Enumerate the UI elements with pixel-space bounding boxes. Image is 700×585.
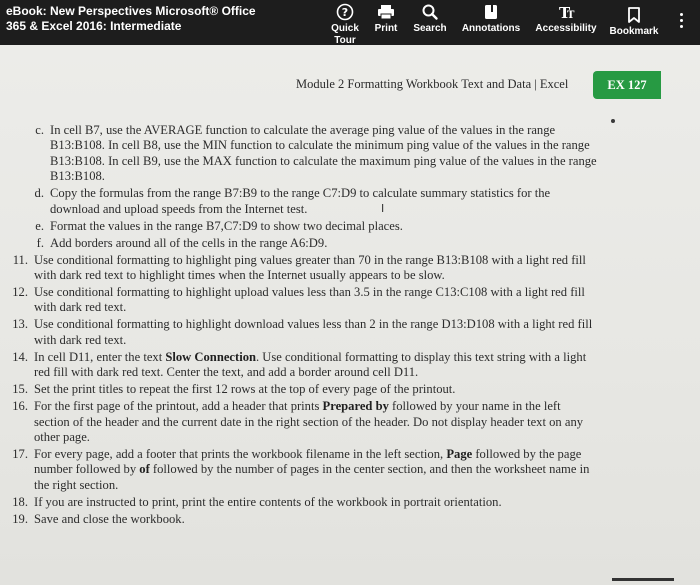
step-text-bold: Page (446, 447, 473, 462)
step-text: For every page, add a footer that prints… (34, 447, 598, 493)
step-label: 15. (12, 382, 28, 397)
step-text: In cell D11, enter the text Slow Connect… (34, 350, 598, 381)
print-label: Print (374, 23, 398, 34)
question-circle-icon: ? (329, 3, 361, 23)
step-label: c. (35, 123, 44, 137)
svg-text:?: ? (342, 6, 348, 19)
step-text-bold: of (139, 462, 150, 477)
running-head: Module 2 Formatting Workbook Text and Da… (296, 77, 569, 91)
step-11: 11. Use conditional formatting to highli… (0, 253, 700, 284)
magnifier-icon (410, 3, 450, 23)
annotations-icon (460, 3, 522, 23)
step-text: Format the values in the range B7,C7:D9 … (50, 218, 403, 233)
step-e: e. Format the values in the range B7,C7:… (0, 219, 700, 234)
bookmark-icon (608, 6, 660, 26)
step-19: 19. Save and close the workbook. (0, 512, 700, 527)
text-size-icon: TT (534, 3, 598, 23)
step-label: 14. (12, 349, 28, 364)
step-label: d. (34, 186, 44, 201)
step-15: 15. Set the print titles to repeat the f… (0, 382, 700, 397)
step-label: 16. (12, 399, 28, 414)
step-label: 18. (12, 494, 28, 509)
book-title-line2: 365 & Excel 2016: Intermediate (6, 19, 182, 33)
bookmark-button[interactable]: Bookmark (608, 6, 660, 38)
step-text: Add borders around all of the cells in t… (50, 235, 328, 250)
step-text: Set the print titles to repeat the first… (34, 382, 456, 397)
ebook-toolbar: eBook: New Perspectives Microsoft® Offic… (0, 0, 700, 47)
accessibility-label: Accessibility (535, 23, 597, 34)
exercise-steps: c. In cell B7, use the AVERAGE function … (0, 119, 700, 529)
step-label: 13. (12, 317, 28, 332)
book-title-line1: eBook: New Perspectives Microsoft® Offic… (6, 4, 256, 18)
step-16: 16. For the first page of the printout, … (0, 399, 700, 445)
annotations-button[interactable]: Annotations (460, 3, 522, 35)
book-title: eBook: New Perspectives Microsoft® Offic… (6, 4, 306, 34)
page-bottom-rule (612, 578, 674, 581)
accessibility-button[interactable]: TT Accessibility (534, 3, 598, 35)
step-text-part: For the first page of the printout, add … (34, 399, 323, 414)
step-text: Copy the formulas from the range B7:B9 t… (50, 186, 551, 216)
quick-tour-label-1: Quick (331, 23, 359, 34)
step-text: Use conditional formatting to highlight … (34, 252, 586, 283)
step-label: 11. (12, 252, 28, 267)
ebook-page: Module 2 Formatting Workbook Text and Da… (0, 45, 700, 585)
step-label: 17. (12, 447, 28, 462)
step-text: In cell B7, use the AVERAGE function to … (50, 123, 597, 184)
search-label: Search (413, 23, 447, 34)
search-button[interactable]: Search (410, 3, 450, 35)
step-text-part: In cell D11, enter the text (34, 349, 166, 364)
step-text-part: For every page, add a footer that prints… (34, 447, 447, 462)
step-label: 12. (12, 285, 28, 300)
step-label: 19. (12, 511, 28, 526)
bookmark-label: Bookmark (609, 26, 659, 37)
step-f: f. Add borders around all of the cells i… (0, 236, 700, 251)
step-text: Save and close the workbook. (34, 511, 185, 526)
step-17: 17. For every page, add a footer that pr… (0, 447, 700, 493)
text-select-cursor-icon: I (381, 202, 385, 216)
step-18: 18. If you are instructed to print, prin… (0, 495, 700, 510)
step-14: 14. In cell D11, enter the text Slow Con… (0, 350, 700, 381)
step-12: 12. Use conditional formatting to highli… (0, 285, 700, 316)
step-text: For the first page of the printout, add … (34, 399, 598, 445)
step-text: Use conditional formatting to highlight … (34, 285, 585, 315)
step-label: f. (36, 235, 44, 250)
step-13: 13. Use conditional formatting to highli… (0, 317, 700, 348)
step-d: d. Copy the formulas from the range B7:B… (0, 186, 700, 217)
step-text-bold: Slow Connection (165, 349, 256, 364)
step-c: c. In cell B7, use the AVERAGE function … (0, 123, 700, 185)
page-number-badge: EX 127 (593, 71, 661, 99)
step-text: If you are instructed to print, print th… (34, 494, 502, 509)
svg-text:T: T (567, 10, 575, 21)
step-text: Use conditional formatting to highlight … (34, 317, 593, 347)
kebab-menu-icon[interactable] (678, 13, 684, 31)
printer-icon (371, 3, 401, 23)
print-button[interactable]: Print (371, 3, 401, 35)
step-label: e. (35, 218, 44, 233)
quick-tour-button[interactable]: ? Quick Tour (329, 3, 361, 47)
step-text-bold: Prepared by (322, 399, 389, 414)
annotations-label: Annotations (461, 23, 521, 34)
